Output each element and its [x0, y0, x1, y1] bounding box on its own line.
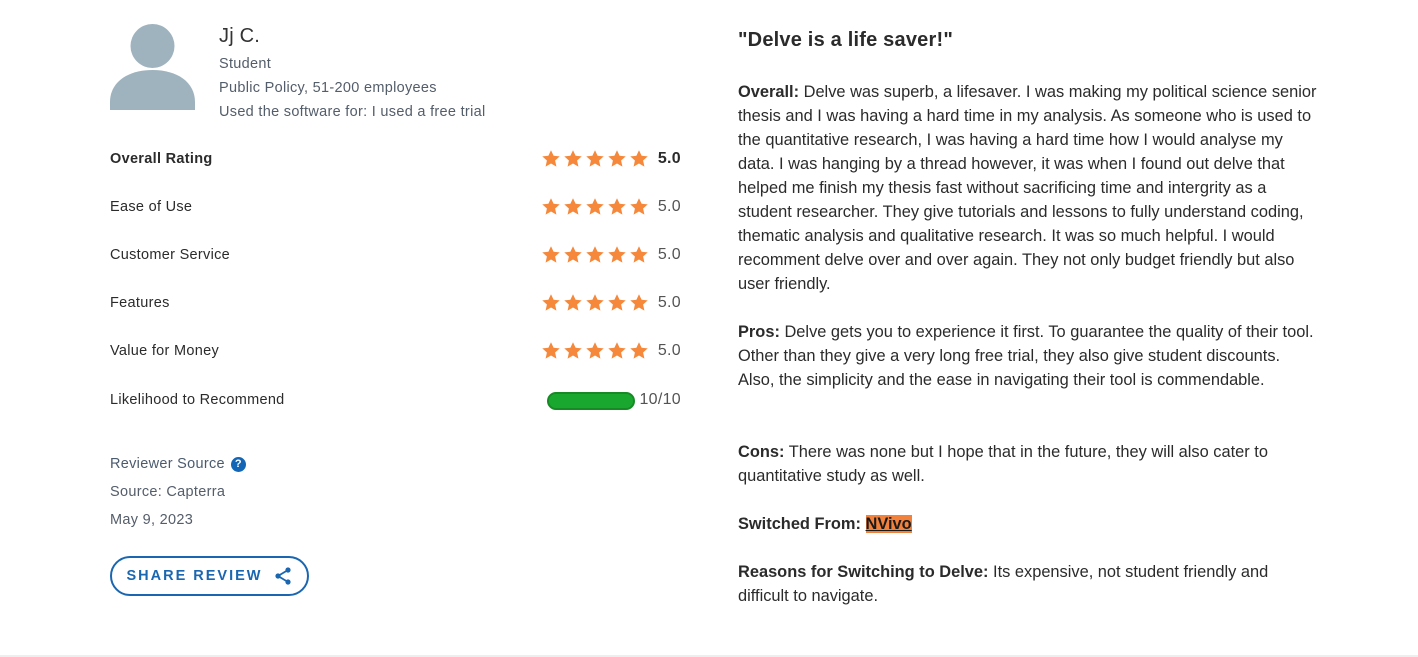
star-icon: [564, 342, 582, 359]
star-icon: [586, 342, 604, 359]
star-icon: [564, 150, 582, 167]
recommend-row: Likelihood to Recommend 10/10: [110, 389, 685, 413]
question-icon[interactable]: ?: [230, 456, 246, 472]
rating-label: Customer Service: [110, 247, 231, 263]
star-icon: [586, 294, 604, 311]
switched-product-link[interactable]: NVivo: [865, 515, 912, 533]
pros-text: Delve gets you to experience it first. T…: [738, 323, 1314, 389]
star-icon: [586, 246, 604, 263]
recommend-label: Likelihood to Recommend: [110, 392, 285, 408]
cons-section: Cons: There was none but I hope that in …: [738, 440, 1318, 488]
star-icon: [630, 246, 648, 263]
rating-value: 5.0: [657, 150, 681, 167]
share-icon: [274, 567, 291, 585]
rating-label: Features: [110, 295, 170, 311]
star-rating: [541, 149, 649, 169]
star-icon: [630, 342, 648, 359]
rating-value: 5.0: [657, 294, 681, 311]
recommend-value: 10/10: [639, 391, 681, 408]
reviewer-name: Jj C.: [219, 25, 260, 47]
rating-label: Ease of Use: [110, 199, 193, 215]
star-icon: [564, 246, 582, 263]
star-icon: [586, 150, 604, 167]
rating-row: Features 5.0: [110, 292, 685, 316]
reviewer-panel: Jj C. Student Public Policy, 51-200 empl…: [110, 0, 685, 657]
reviewer-source-label: Reviewer Source: [110, 456, 225, 472]
rating-value: 5.0: [657, 342, 681, 359]
switched-label: Switched From:: [738, 515, 861, 533]
star-icon: [608, 198, 626, 215]
star-icon: [630, 294, 648, 311]
star-rating: [541, 197, 649, 217]
reasons-label: Reasons for Switching to Delve:: [738, 563, 989, 581]
reasons-section: Reasons for Switching to Delve: Its expe…: [738, 560, 1318, 608]
star-icon: [608, 294, 626, 311]
star-icon: [586, 198, 604, 215]
star-icon: [542, 198, 560, 215]
star-icon: [564, 294, 582, 311]
cons-text: There was none but I hope that in the fu…: [738, 443, 1268, 485]
pros-label: Pros:: [738, 323, 780, 341]
switched-section: Switched From: NVivo: [738, 512, 1318, 536]
star-icon: [630, 198, 648, 215]
star-icon: [542, 150, 560, 167]
rating-value: 5.0: [657, 198, 681, 215]
reviewer-source-heading: Reviewer Source ?: [110, 456, 246, 472]
rating-label: Overall Rating: [110, 151, 213, 167]
avatar-icon: [110, 24, 195, 110]
rating-row: Ease of Use 5.0: [110, 196, 685, 220]
star-rating: [541, 245, 649, 265]
rating-row: Value for Money 5.0: [110, 340, 685, 364]
star-rating: [541, 341, 649, 361]
share-review-button[interactable]: SHARE REVIEW: [110, 556, 309, 596]
star-icon: [542, 246, 560, 263]
star-icon: [608, 342, 626, 359]
rating-row: Overall Rating 5.0: [110, 148, 685, 172]
recommend-meter-fill: [549, 394, 633, 408]
rating-label: Value for Money: [110, 343, 220, 359]
reviewer-role: Student: [219, 56, 272, 72]
reviewer-usage: Used the software for: I used a free tri…: [219, 104, 486, 120]
star-icon: [542, 342, 560, 359]
overall-label: Overall:: [738, 83, 800, 101]
source-text: Source: Capterra: [110, 484, 226, 500]
cons-label: Cons:: [738, 443, 785, 461]
review-date: May 9, 2023: [110, 512, 194, 528]
rating-row: Customer Service 5.0: [110, 244, 685, 268]
overall-text: Delve was superb, a lifesaver. I was mak…: [738, 83, 1317, 293]
share-review-label: SHARE REVIEW: [126, 568, 263, 584]
overall-section: Overall: Delve was superb, a lifesaver. …: [738, 80, 1318, 296]
recommend-meter: [547, 392, 635, 410]
star-icon: [608, 246, 626, 263]
reviewer-industry: Public Policy, 51-200 employees: [219, 80, 437, 96]
star-icon: [630, 150, 648, 167]
rating-value: 5.0: [657, 246, 681, 263]
star-icon: [608, 150, 626, 167]
pros-section: Pros: Delve gets you to experience it fi…: [738, 320, 1318, 392]
star-icon: [564, 198, 582, 215]
review-title: "Delve is a life saver!": [738, 29, 953, 51]
star-rating: [541, 293, 649, 313]
star-icon: [542, 294, 560, 311]
